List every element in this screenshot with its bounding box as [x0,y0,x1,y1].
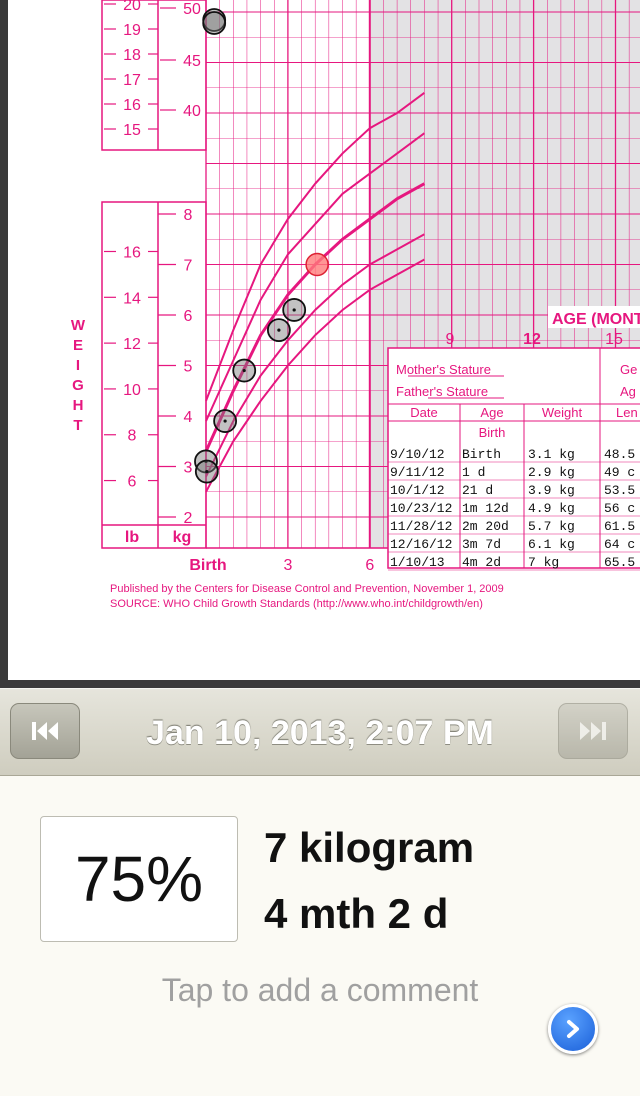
table-cell-age: 3m 7d [462,537,501,552]
lower-lb-tick: 12 [123,336,141,353]
col-header-length: Len [616,405,638,420]
table-cell-age: 4m 2d [462,555,501,570]
table-cell-len: 61.5 [604,519,635,534]
weight-value: 7 kilogram [264,824,475,871]
source-note: SOURCE: WHO Child Growth Standards (http… [110,598,483,610]
table-cell-age: 21 d [462,483,493,498]
col-header-weight: Weight [542,405,583,420]
col-header-age: Age [480,405,503,420]
table-cell-weight: 3.1 kg [528,447,575,462]
growth-chart-view[interactable]: 50 45 40 20 19 18 17 16 15 8 7 6 5 4 3 2 16 14 12 10 8 6 Birth… [0,0,640,688]
table-cell-date: 1/10/13 [390,555,445,570]
upper-lb-tick: 19 [123,22,141,39]
table-cell-len: 48.5 [604,447,635,462]
table-cell-date: 11/28/12 [390,519,452,534]
lower-kg-tick: 2 [184,510,193,527]
upper-lb-tick: 16 [123,97,141,114]
table-cell-weight: 5.7 kg [528,519,575,534]
table-cell-weight: 6.1 kg [528,537,575,552]
table-cell-len: 49 c [604,465,635,480]
cut-label-1: Ge [620,362,637,377]
lower-kg-tick: 4 [184,409,193,426]
skip-forward-icon [580,722,606,740]
lower-kg-tick: 6 [184,308,193,325]
published-note: Published by the Centers for Disease Con… [110,583,504,595]
table-cell-date: 9/10/12 [390,447,445,462]
percentile-box: 75% [40,816,238,942]
table-cell-weight: 4.9 kg [528,501,575,516]
table-cell-date: 10/1/12 [390,483,445,498]
detail-disclosure-button[interactable] [548,1004,598,1054]
upper-lb-tick: 20 [123,0,141,14]
measurement-detail: 75% 7 kilogram 4 mth 2 d Tap to add a co… [0,776,640,1096]
upper-kg-tick: 45 [183,53,201,70]
toolbar: Jan 10, 2013, 2:07 PM [0,688,640,776]
x-tick-bottom: 3 [283,557,292,574]
lower-kg-tick: 8 [184,207,193,224]
col-header-date: Date [410,405,437,420]
measurement-table: Mother's Stature Father's Stature Ge Ag … [387,347,640,571]
kg-label: kg [173,529,192,546]
lower-kg-tick: 7 [184,258,193,275]
table-cell-age: 2m 20d [462,519,509,534]
table-cell-age: Birth [462,447,501,462]
upper-kg-tick: 40 [183,103,201,120]
skip-back-icon [32,722,58,740]
date-title: Jan 10, 2013, 2:07 PM [146,714,494,752]
age-value: 4 mth 2 d [264,890,449,937]
chevron-right-icon [567,1020,579,1038]
table-cell-date: 10/23/12 [390,501,452,516]
lower-lb-tick: 16 [123,244,141,261]
chart-paper: 50 45 40 20 19 18 17 16 15 8 7 6 5 4 3 2 16 14 12 10 8 6 Birth… [8,0,640,680]
svg-text:WEIGHT: WEIGHT [71,317,86,434]
lower-kg-tick: 3 [184,460,193,477]
next-button[interactable] [558,703,628,759]
weight-chart: 50 45 40 20 19 18 17 16 15 8 7 6 5 4 3 2 16 14 12 10 8 6 Birth… [71,0,640,610]
table-cell-age: 1m 12d [462,501,509,516]
lower-lb-tick: 14 [123,290,141,307]
upper-lb-tick: 18 [123,47,141,64]
lower-lb-tick: 8 [128,428,137,445]
table-cell-len: 64 c [604,537,635,552]
x-tick-top: 15 [605,331,623,348]
age-axis-label: AGE (MONT [552,311,640,328]
lower-kg-tick: 5 [184,359,193,376]
table-cell-weight: 7 kg [528,555,559,570]
upper-data-point [202,11,227,35]
mothers-stature-label: Mother's Stature [396,362,491,377]
upper-lb-tick: 17 [123,72,141,89]
table-cell-weight: 3.9 kg [528,483,575,498]
lower-lb-tick: 6 [128,474,137,491]
upper-kg-tick: 50 [183,1,201,18]
weight-axis-label: WEIGHT [71,317,86,434]
x-tick-bottom: 6 [365,557,374,574]
data-points [194,8,329,484]
fathers-stature-label: Father's Stature [396,384,488,399]
table-cell-date: 12/16/12 [390,537,452,552]
table-cell-date: 9/11/12 [390,465,445,480]
previous-button[interactable] [10,703,80,759]
table-cell-len: 56 c [604,501,635,516]
selected-data-point [305,252,329,277]
table-cell-weight: 2.9 kg [528,465,575,480]
birth-row-label: Birth [479,425,506,440]
x-tick-top: 12 [523,331,541,348]
x-tick-top: 9 [446,331,455,348]
x-tick-bottom: Birth [189,557,226,574]
lb-label: lb [125,529,139,546]
lower-lb-tick: 10 [123,382,141,399]
table-cell-age: 1 d [462,465,485,480]
comment-field[interactable]: Tap to add a comment [0,972,640,1009]
percentile-value: 75% [74,843,204,915]
cut-label-2: Ag [620,384,636,399]
table-cell-len: 65.5 [604,555,635,570]
table-cell-len: 53.5 [604,483,635,498]
upper-lb-tick: 15 [123,122,141,139]
